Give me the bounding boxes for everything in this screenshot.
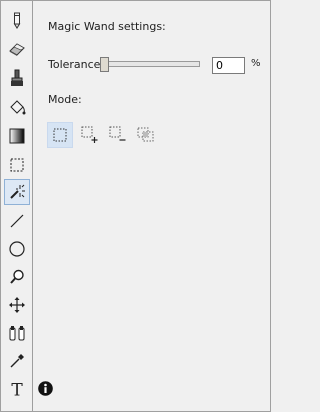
percent-label: % <box>251 58 261 69</box>
tool-ellipse[interactable] <box>4 236 30 262</box>
tolerance-label: Tolerance: <box>48 58 105 71</box>
tolerance-slider-handle[interactable] <box>100 57 109 72</box>
rectangle-select-icon <box>10 158 24 172</box>
magic-wand-window: T Magic Wand settings: Tolerance: % Mode… <box>0 0 271 412</box>
tool-color-picker[interactable] <box>4 348 30 374</box>
mode-intersect-button[interactable] <box>133 122 159 148</box>
tool-paint-bucket[interactable] <box>4 94 30 120</box>
eraser-icon <box>9 43 25 56</box>
mode-add-button[interactable] <box>77 122 103 148</box>
gradient-icon <box>9 128 25 144</box>
tool-line[interactable] <box>4 208 30 234</box>
tool-magic-wand[interactable] <box>4 179 30 205</box>
tool-gradient[interactable] <box>4 123 30 149</box>
tool-zoom[interactable] <box>4 264 30 290</box>
mode-replace-button[interactable] <box>47 122 73 148</box>
tolerance-slider-track[interactable] <box>100 61 200 67</box>
tool-text[interactable]: T <box>4 376 30 402</box>
ellipse-icon <box>9 241 25 257</box>
tool-pan[interactable] <box>4 292 30 318</box>
tool-color-swap[interactable] <box>4 320 30 346</box>
intersect-selection-icon <box>137 127 154 142</box>
svg-text:T: T <box>11 381 23 399</box>
subtract-selection-icon <box>109 126 126 141</box>
zoom-icon <box>10 269 24 284</box>
line-icon <box>10 214 24 228</box>
tool-eraser[interactable] <box>4 36 30 62</box>
tool-pencil[interactable] <box>4 7 30 33</box>
add-selection-icon <box>81 126 98 143</box>
tool-brush[interactable] <box>4 65 30 91</box>
pencil-icon <box>13 12 21 29</box>
info-icon[interactable] <box>38 381 53 396</box>
replace-selection-icon <box>53 128 67 142</box>
text-icon: T <box>11 381 23 399</box>
tool-rectangle-select[interactable] <box>4 152 30 178</box>
brush-icon <box>11 69 23 86</box>
mode-subtract-button[interactable] <box>105 122 131 148</box>
pan-arrows-icon <box>9 297 25 313</box>
tolerance-input[interactable] <box>212 57 245 74</box>
color-swap-icon <box>9 326 25 341</box>
settings-title: Magic Wand settings: <box>48 20 166 33</box>
mode-label: Mode: <box>48 93 82 106</box>
magic-wand-icon <box>10 184 25 199</box>
paint-bucket-icon <box>10 100 26 115</box>
tool-palette: T <box>2 2 32 411</box>
settings-panel: Magic Wand settings: Tolerance: % Mode: <box>33 1 270 411</box>
eyedropper-icon <box>10 354 24 368</box>
